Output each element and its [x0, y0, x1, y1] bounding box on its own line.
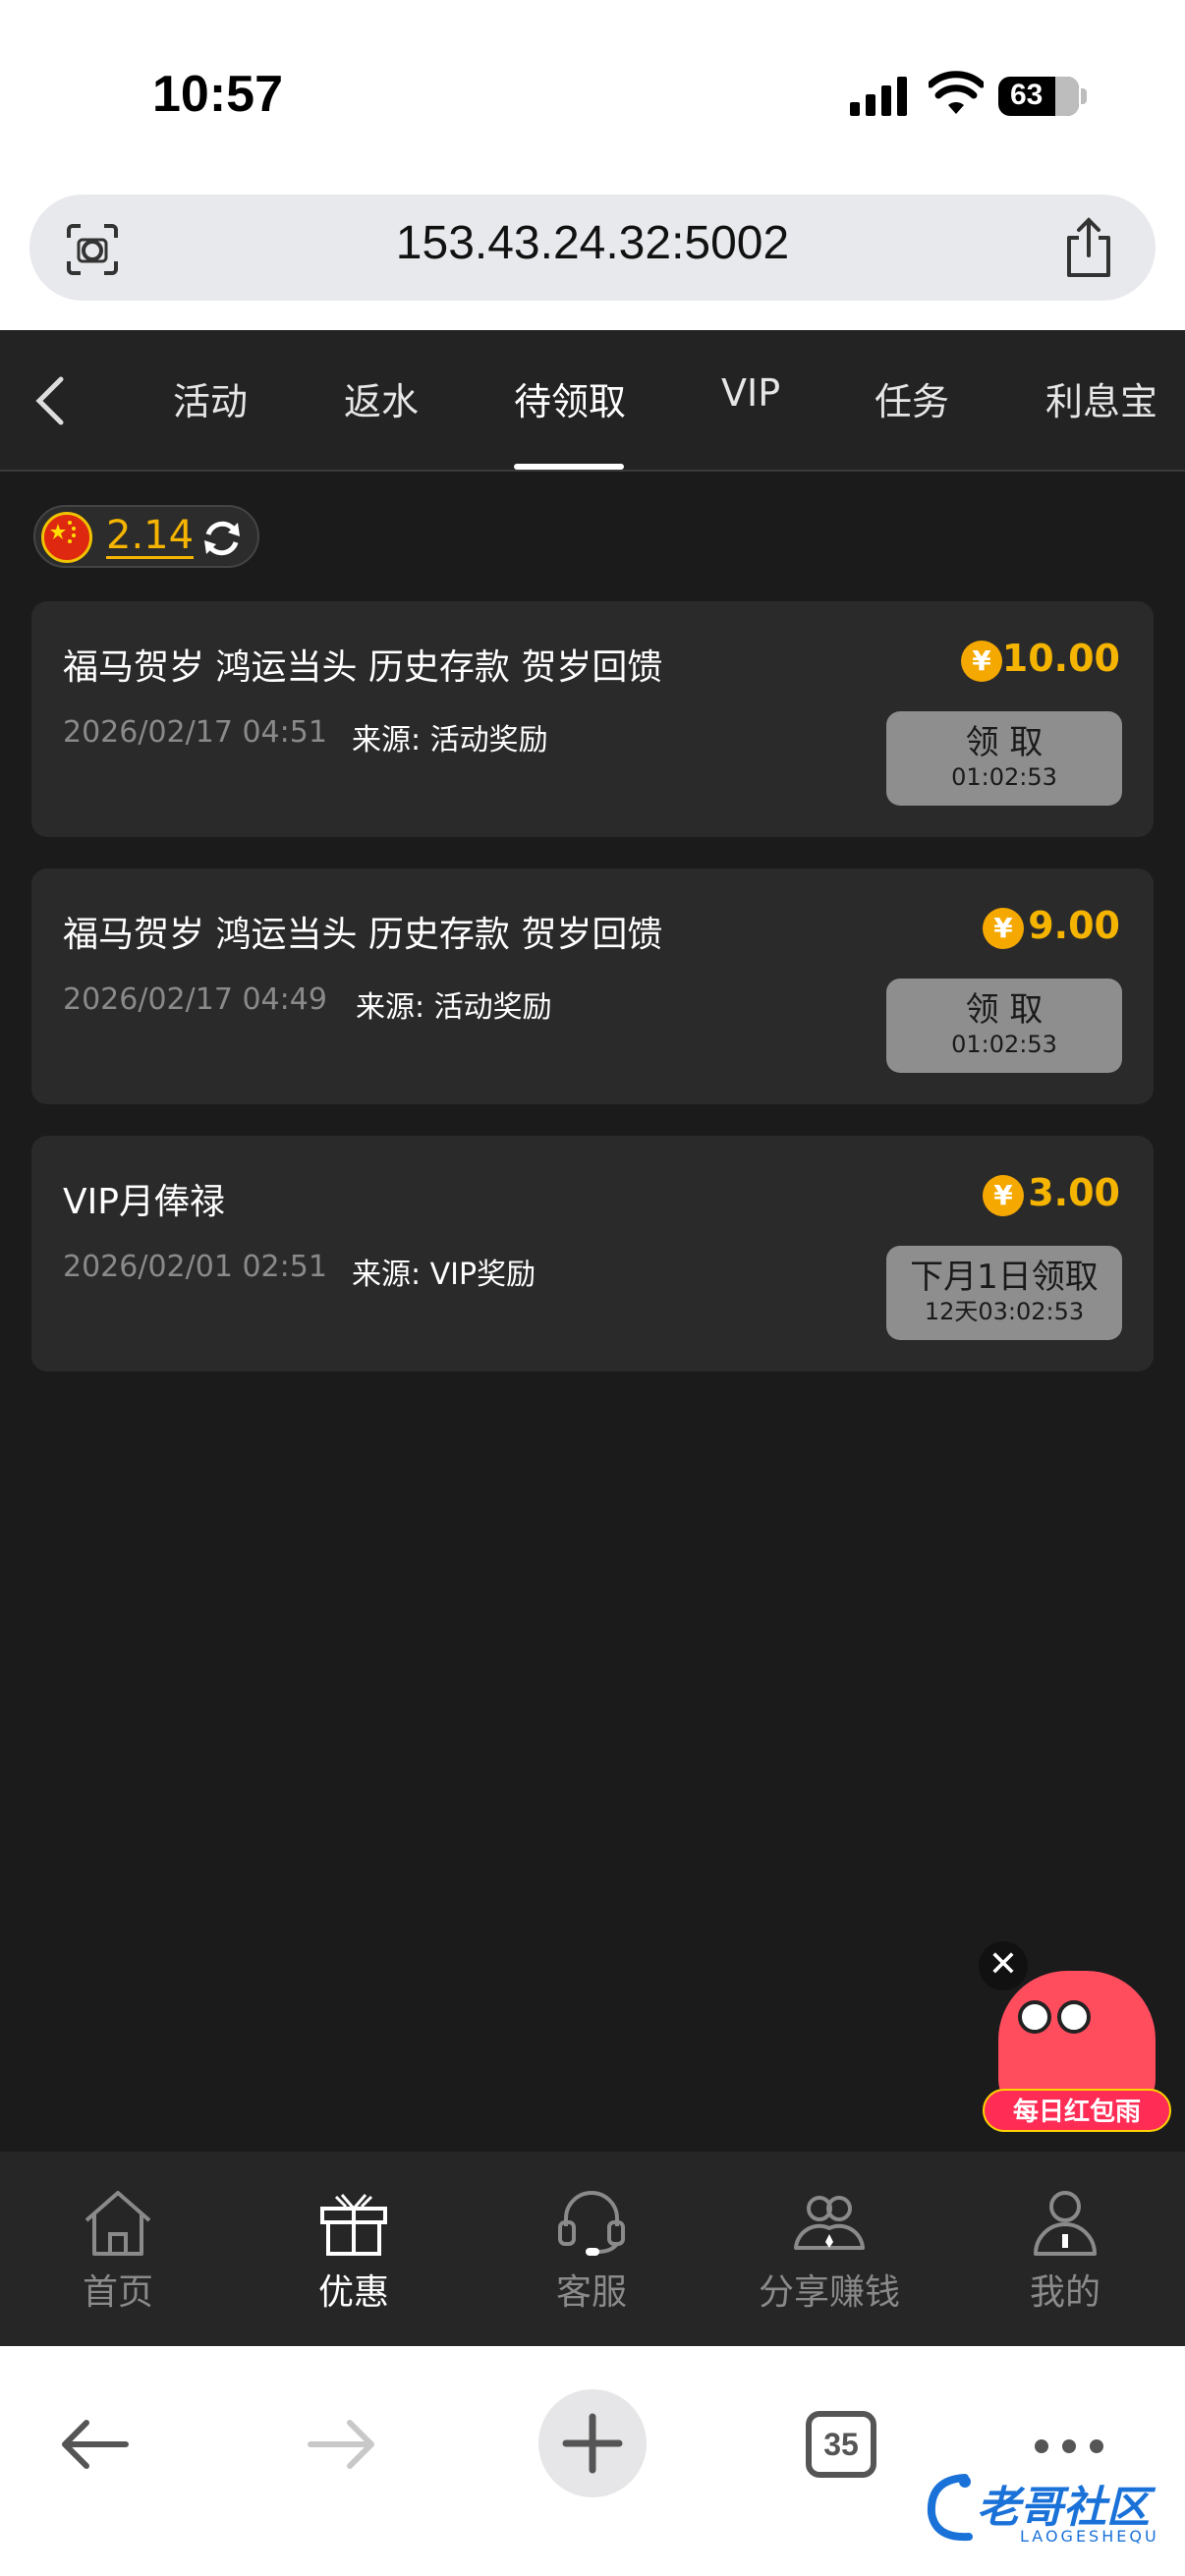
nav-home[interactable]: 首页 — [20, 2187, 216, 2315]
battery-percent: 63 — [1010, 79, 1044, 111]
wifi-icon — [929, 71, 984, 114]
watermark-subtext: LAOGESHEQU — [1020, 2527, 1159, 2546]
reward-title: VIP月俸禄 — [63, 1182, 225, 1222]
reward-title: 福马贺岁 鸿运当头 历史存款 贺岁回馈 — [63, 647, 663, 688]
more-icon[interactable] — [1034, 2438, 1104, 2454]
dragon-icon — [927, 2474, 973, 2542]
red-envelope-rain-widget[interactable]: ✕ 每日红包雨 — [979, 1941, 1175, 2138]
nav-support[interactable]: 客服 — [493, 2187, 690, 2315]
tab-pending[interactable]: 待领取 — [514, 371, 626, 425]
refresh-icon[interactable] — [198, 515, 246, 562]
reward-card: VIP月俸禄 2026/02/01 02:51 来源: VIP奖励 ¥ 3.00… — [31, 1136, 1154, 1372]
claim-countdown: 01:02:53 — [951, 1031, 1057, 1058]
balance-pill: 2.14 — [33, 505, 259, 568]
claim-button[interactable]: 领 取 01:02:53 — [886, 711, 1122, 806]
red-envelope-rain-label: 每日红包雨 — [983, 2089, 1171, 2132]
claim-button[interactable]: 领 取 01:02:53 — [886, 979, 1122, 1073]
nav-label: 优惠 — [317, 2272, 389, 2313]
nav-label: 分享赚钱 — [758, 2272, 900, 2313]
balance-amount: 2.14 — [106, 513, 195, 559]
home-icon — [85, 2191, 151, 2256]
reward-date: 2026/02/17 04:51 — [63, 715, 327, 750]
reward-card: 福马贺岁 鸿运当头 历史存款 贺岁回馈 2026/02/17 04:51 来源:… — [31, 601, 1154, 837]
nav-share-earn[interactable]: 分享赚钱 — [731, 2187, 928, 2315]
china-flag-icon — [41, 512, 92, 563]
reward-amount: 3.00 — [1028, 1171, 1120, 1214]
nav-profile[interactable]: 我的 — [967, 2187, 1163, 2315]
nav-label: 我的 — [1029, 2272, 1100, 2313]
share-users-icon — [794, 2196, 865, 2250]
nav-label: 客服 — [555, 2272, 627, 2313]
reward-amount: 10.00 — [1001, 637, 1120, 680]
tab-vip[interactable]: VIP — [721, 371, 780, 415]
reward-source: 来源: VIP奖励 — [352, 1258, 536, 1292]
tab-activity[interactable]: 活动 — [173, 371, 248, 425]
yuan-coin-icon: ¥ — [961, 641, 1002, 682]
claim-countdown: 12天03:02:53 — [924, 1298, 1085, 1325]
tab-interest[interactable]: 利息宝 — [1045, 371, 1157, 425]
user-icon — [1034, 2191, 1097, 2256]
share-icon[interactable] — [1061, 216, 1116, 279]
bottom-nav: 首页 优惠 客服 分享赚钱 我的 — [0, 2152, 1185, 2346]
new-tab-button[interactable] — [538, 2389, 647, 2497]
claim-next-month-button[interactable]: 下月1日领取 12天03:02:53 — [886, 1246, 1122, 1340]
yuan-coin-icon: ¥ — [983, 908, 1024, 949]
watermark-text: 老哥社区 — [977, 2483, 1150, 2533]
nav-label: 首页 — [82, 2272, 153, 2313]
watermark-logo: 老哥社区 LAOGESHEQU — [922, 2464, 1179, 2572]
plus-icon — [562, 2413, 623, 2474]
claim-button-label: 下月1日领取 — [910, 1258, 1099, 1297]
tab-tasks[interactable]: 任务 — [875, 371, 949, 425]
yuan-coin-icon: ¥ — [983, 1175, 1024, 1216]
category-tabs: 活动 返水 待领取 VIP 任务 利息宝 — [0, 330, 1185, 472]
reward-date: 2026/02/17 04:49 — [63, 982, 327, 1017]
active-tab-indicator — [514, 464, 624, 470]
close-icon[interactable]: ✕ — [979, 1941, 1028, 1990]
reward-title: 福马贺岁 鸿运当头 历史存款 贺岁回馈 — [63, 915, 663, 955]
claim-countdown: 01:02:53 — [951, 763, 1057, 791]
claim-button-label: 领 取 — [965, 723, 1044, 762]
reward-amount: 9.00 — [1028, 904, 1120, 947]
back-arrow-icon[interactable] — [59, 2415, 130, 2474]
reward-card: 福马贺岁 鸿运当头 历史存款 贺岁回馈 2026/02/17 04:49 来源:… — [31, 868, 1154, 1104]
url-text: 153.43.24.32:5002 — [395, 217, 790, 269]
tab-rebate[interactable]: 返水 — [344, 371, 419, 425]
browser-toolbar: 35 老哥社区 LAOGESHEQU — [0, 2346, 1185, 2576]
headset-icon — [558, 2191, 625, 2256]
address-bar[interactable]: 153.43.24.32:5002 — [29, 195, 1156, 301]
gift-icon — [320, 2194, 387, 2256]
back-icon[interactable] — [29, 373, 73, 428]
forward-arrow-icon[interactable] — [307, 2415, 377, 2474]
status-time: 10:57 — [152, 66, 283, 123]
tabs-count-button[interactable]: 35 — [806, 2411, 876, 2478]
reward-source: 来源: 活动奖励 — [352, 723, 548, 757]
battery-icon: 63 — [998, 77, 1079, 116]
reward-source: 来源: 活动奖励 — [356, 990, 552, 1025]
reward-date: 2026/02/01 02:51 — [63, 1250, 327, 1284]
signal-icon — [850, 77, 907, 116]
nav-promotions[interactable]: 优惠 — [255, 2187, 452, 2315]
status-bar: 10:57 63 — [0, 0, 1185, 187]
claim-button-label: 领 取 — [965, 990, 1044, 1030]
